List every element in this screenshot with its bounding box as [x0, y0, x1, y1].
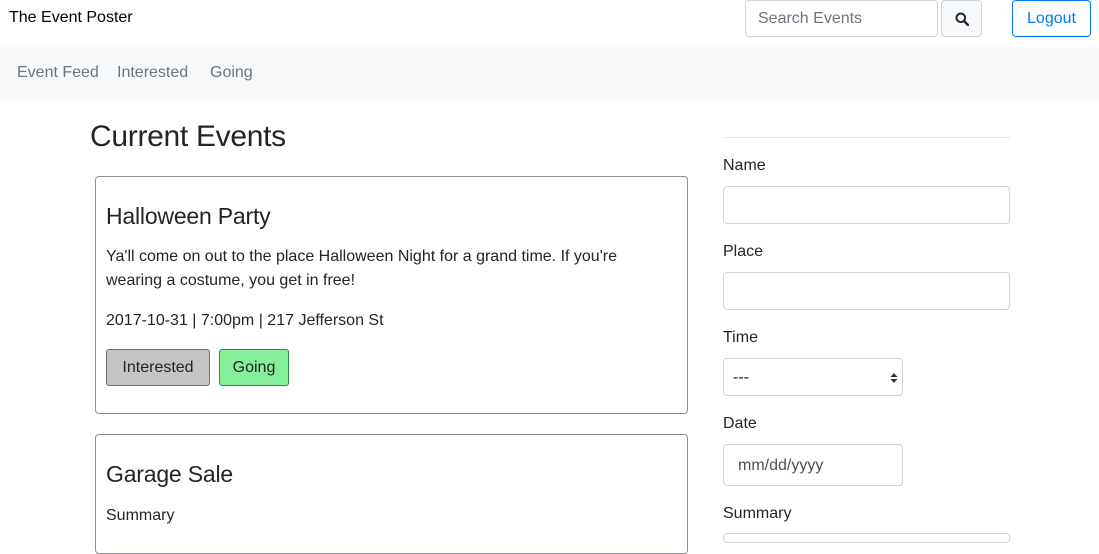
place-input[interactable]: [723, 272, 1010, 310]
date-input[interactable]: mm/dd/yyyy: [723, 444, 903, 486]
event-card: Garage Sale Summary: [95, 434, 688, 554]
logout-button[interactable]: Logout: [1012, 0, 1091, 37]
date-label: Date: [723, 415, 757, 432]
sub-navbar: Event Feed Interested Going: [0, 45, 1099, 101]
place-label: Place: [723, 243, 764, 260]
summary-label: Summary: [723, 505, 792, 522]
page-title: Current Events: [90, 120, 286, 153]
time-select-value: ---: [733, 369, 749, 386]
form-divider: [723, 137, 1010, 138]
event-card: Halloween Party Ya'll come on out to the…: [95, 176, 688, 414]
event-title: Garage Sale: [106, 461, 233, 487]
summary-input[interactable]: [723, 533, 1010, 543]
nav-event-feed[interactable]: Event Feed: [17, 64, 99, 82]
time-select[interactable]: ---: [723, 358, 903, 396]
date-placeholder: mm/dd/yyyy: [738, 457, 824, 474]
select-arrows-icon: [890, 373, 898, 383]
interested-button[interactable]: Interested: [106, 349, 210, 386]
event-description: Summary: [106, 507, 175, 524]
top-navbar: The Event Poster Logout: [0, 0, 1099, 45]
time-label: Time: [723, 329, 758, 346]
event-title: Halloween Party: [106, 203, 271, 229]
event-description: Ya'll come on out to the place Halloween…: [106, 248, 617, 289]
brand-title[interactable]: The Event Poster: [9, 9, 133, 27]
nav-interested[interactable]: Interested: [117, 64, 188, 82]
search-button[interactable]: [941, 0, 982, 37]
search-icon: [955, 12, 969, 26]
name-label: Name: [723, 157, 766, 174]
event-meta: 2017-10-31 | 7:00pm | 217 Jefferson St: [106, 312, 384, 329]
nav-going[interactable]: Going: [210, 64, 253, 82]
name-input[interactable]: [723, 186, 1010, 224]
search-input[interactable]: [745, 0, 938, 37]
going-button[interactable]: Going: [219, 349, 289, 386]
